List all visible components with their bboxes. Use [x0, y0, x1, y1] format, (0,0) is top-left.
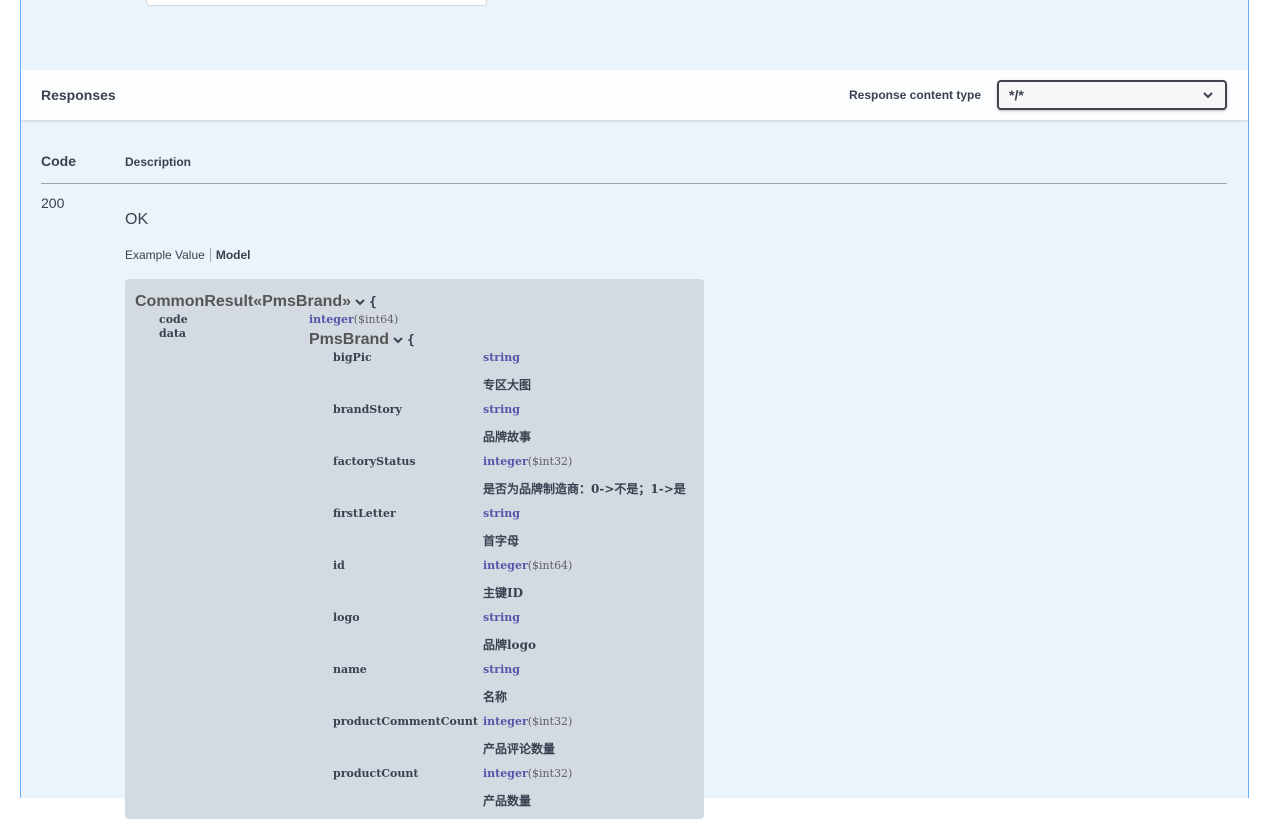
- property-description: 首字母: [483, 534, 520, 548]
- model-box: CommonResult«PmsBrand» { code integer($in…: [125, 279, 704, 819]
- tab-example-value[interactable]: Example Value: [125, 248, 211, 262]
- open-brace: {: [407, 333, 415, 348]
- table-header-divider: [41, 183, 1227, 184]
- property-type: string: [483, 403, 520, 416]
- property-type: integer($int64): [483, 559, 573, 572]
- property-type: string: [483, 507, 520, 520]
- property-description: 主键ID: [483, 586, 524, 600]
- property-name: productCount: [333, 767, 419, 780]
- property-type: integer($int64): [309, 313, 399, 326]
- responses-title: Responses: [41, 87, 116, 103]
- property-name: productCommentCount: [333, 715, 478, 728]
- property-type: integer($int32): [483, 767, 573, 780]
- response-code: 200: [41, 195, 65, 211]
- property-name: id: [333, 559, 345, 572]
- property-type: string: [483, 611, 520, 624]
- property-description: 品牌logo: [483, 638, 536, 652]
- property-type: string: [483, 351, 520, 364]
- submodel-title: PmsBrand: [309, 331, 390, 348]
- example-model-tabs: Example Value Model: [125, 248, 251, 262]
- content-type-value: */*: [1009, 87, 1024, 103]
- property-type: integer($int32): [483, 715, 573, 728]
- property-name: logo: [333, 611, 360, 624]
- response-description: OK: [125, 211, 149, 228]
- property-type: string: [483, 663, 520, 676]
- model-title: CommonResult«PmsBrand»: [135, 293, 352, 310]
- property-description: 名称: [483, 690, 508, 704]
- open-brace: {: [369, 295, 377, 310]
- description-column-header: Description: [125, 155, 192, 169]
- property-name: name: [333, 663, 367, 676]
- property-name: bigPic: [333, 351, 372, 364]
- property-type: integer($int32): [483, 455, 573, 468]
- property-description: 是否为品牌制造商：0->不是；1->是: [483, 482, 686, 496]
- submodel-title-row[interactable]: PmsBrand {: [309, 331, 415, 349]
- operation-panel: Responses Response content type */* Code…: [20, 0, 1249, 819]
- property-description: 专区大图: [483, 378, 532, 392]
- content-type-select[interactable]: */*: [997, 80, 1227, 110]
- chevron-down-icon[interactable]: [392, 334, 404, 346]
- property-name: firstLetter: [333, 507, 396, 520]
- property-name: brandStory: [333, 403, 402, 416]
- tab-model[interactable]: Model: [211, 248, 251, 262]
- code-column-header: Code: [41, 153, 76, 169]
- chevron-down-icon: [1203, 92, 1213, 99]
- parameter-input[interactable]: [146, 0, 487, 6]
- chevron-down-icon[interactable]: [354, 296, 366, 308]
- property-description: 品牌故事: [483, 430, 532, 444]
- property-name: data: [159, 327, 187, 340]
- property-description: 产品数量: [483, 794, 532, 808]
- property-description: 产品评论数量: [483, 742, 556, 756]
- content-type-label: Response content type: [849, 88, 982, 102]
- property-name: factoryStatus: [333, 455, 416, 468]
- responses-header: Responses Response content type */*: [21, 70, 1248, 121]
- model-title-row[interactable]: CommonResult«PmsBrand» {: [135, 293, 377, 311]
- property-name: code: [159, 313, 188, 326]
